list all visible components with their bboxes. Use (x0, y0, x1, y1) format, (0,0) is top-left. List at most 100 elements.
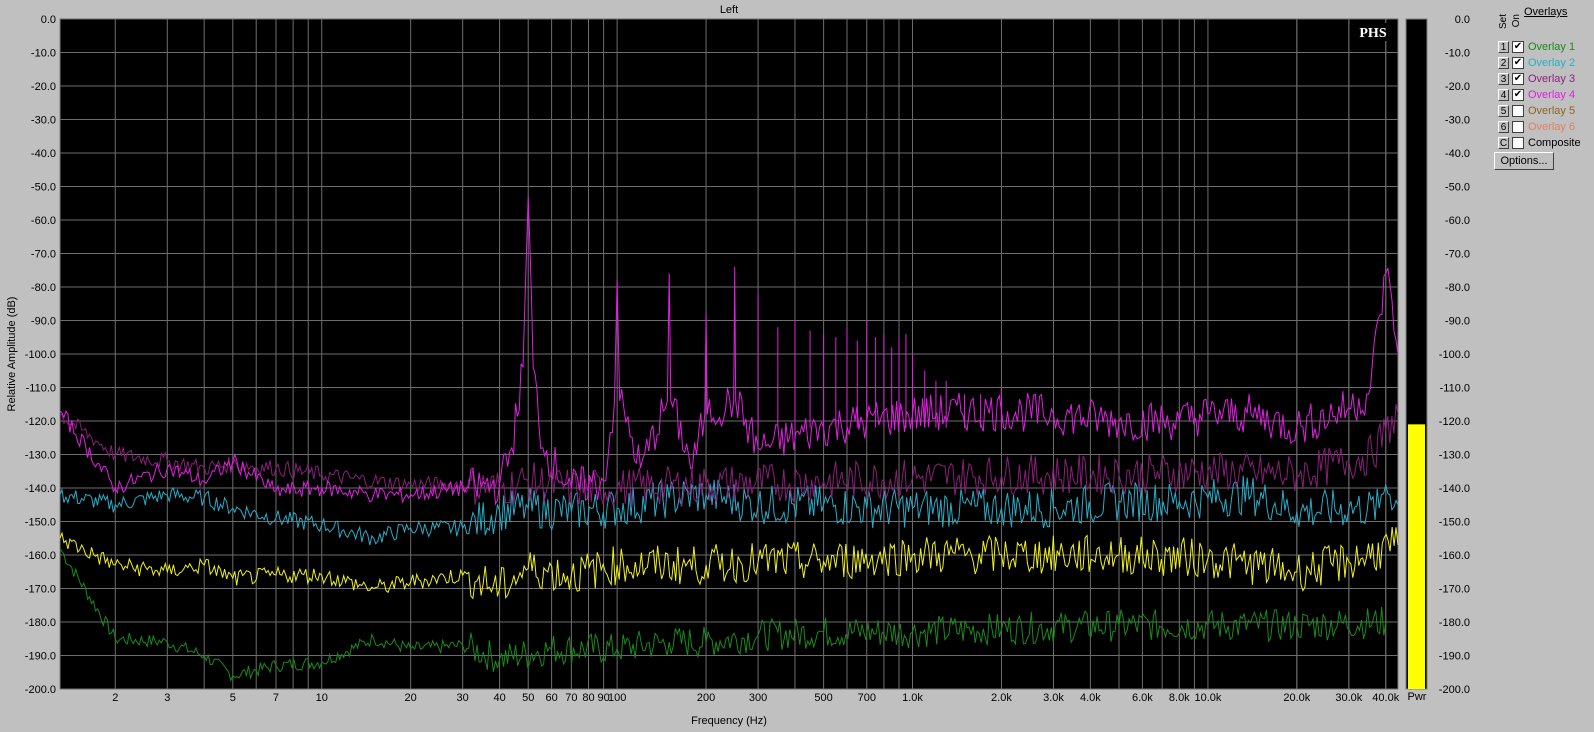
y-tick-label-right: -140.0 (1439, 483, 1470, 495)
y-tick-label-right: -30.0 (1445, 115, 1470, 127)
x-axis-label: Frequency (Hz) (691, 715, 767, 727)
overlay-row-4: 4 ✔ Overlay 4 (1498, 88, 1594, 103)
y-tick-label-left: -70.0 (31, 249, 56, 261)
y-tick-label-left: 0.0 (41, 14, 56, 26)
y-tick-label-left: -90.0 (31, 316, 56, 328)
y-tick-label-right: -90.0 (1445, 316, 1470, 328)
x-tick-label: 700 (858, 692, 876, 704)
set-button-1[interactable]: 1 (1498, 41, 1509, 53)
y-tick-label-left: -20.0 (31, 81, 56, 93)
overlay-label-5: Overlay 5 (1528, 105, 1576, 117)
set-column-header: Set (1498, 14, 1509, 30)
x-tick-label: 30 (457, 692, 469, 704)
x-tick-label: 2.0k (991, 692, 1012, 704)
set-button-2[interactable]: 2 (1498, 57, 1509, 69)
x-tick-label: 70 (565, 692, 577, 704)
x-tick-label: 30.0k (1335, 692, 1362, 704)
overlay-checkbox-2[interactable]: ✔ (1512, 57, 1524, 69)
y-tick-label-right: -110.0 (1440, 383, 1470, 395)
overlay-checkbox-5[interactable] (1512, 105, 1524, 117)
x-tick-label: 5 (230, 692, 236, 704)
overlays-panel: Overlays Set On 1 ✔ Overlay 1 2 ✔ Overla… (1494, 0, 1594, 180)
y-tick-label-right: -100.0 (1439, 349, 1470, 361)
y-tick-label-right: -60.0 (1445, 215, 1470, 227)
y-tick-label-right: -120.0 (1439, 416, 1470, 428)
phs-logo: PHS (1359, 26, 1386, 41)
y-tick-label-left: -60.0 (31, 215, 56, 227)
on-column-header: On (1511, 14, 1522, 28)
overlay-row-3: 3 ✔ Overlay 3 (1498, 72, 1594, 87)
power-meter-bar (1408, 424, 1425, 689)
y-tick-label-right: -160.0 (1439, 550, 1470, 562)
y-tick-label-left: -120.0 (25, 416, 56, 428)
power-meter-label: Pwr (1408, 691, 1427, 703)
x-tick-label: 6.0k (1132, 692, 1153, 704)
y-tick-label-right: -80.0 (1445, 282, 1470, 294)
y-tick-label-right: -190.0 (1439, 651, 1470, 663)
x-tick-label: 1.0k (902, 692, 923, 704)
x-tick-label: 10 (316, 692, 328, 704)
overlay-checkbox-4[interactable]: ✔ (1512, 89, 1524, 101)
y-tick-label-left: -150.0 (25, 517, 56, 529)
y-tick-label-left: -110.0 (26, 383, 56, 395)
x-tick-label: 4.0k (1080, 692, 1101, 704)
y-tick-label-right: -150.0 (1439, 517, 1470, 529)
x-tick-label: 20 (405, 692, 417, 704)
y-tick-label-right: -180.0 (1439, 617, 1470, 629)
y-tick-label-right: 0.0 (1455, 14, 1470, 26)
overlay-label-6: Overlay 6 (1528, 121, 1576, 133)
y-tick-label-right: -50.0 (1445, 182, 1470, 194)
overlay-row-composite: C Composite (1498, 136, 1594, 151)
overlay-checkbox-6[interactable] (1512, 121, 1524, 133)
y-tick-label-right: -170.0 (1439, 584, 1470, 596)
x-tick-label: 80 (582, 692, 594, 704)
y-tick-label-left: -170.0 (25, 584, 56, 596)
y-tick-label-left: -10.0 (31, 48, 56, 60)
x-tick-label: 60 (545, 692, 557, 704)
overlay-row-2: 2 ✔ Overlay 2 (1498, 56, 1594, 71)
y-tick-label-left: -100.0 (25, 349, 56, 361)
set-button-6[interactable]: 6 (1498, 121, 1509, 133)
options-button[interactable]: Options... (1494, 152, 1554, 170)
y-tick-label-left: -50.0 (31, 182, 56, 194)
y-tick-label-left: -30.0 (31, 115, 56, 127)
overlay-row-5: 5 Overlay 5 (1498, 104, 1594, 119)
y-axis-label: Relative Amplitude (dB) (6, 297, 18, 412)
x-tick-label: 50 (522, 692, 534, 704)
x-tick-label: 2 (112, 692, 118, 704)
overlay-label-1: Overlay 1 (1528, 41, 1576, 53)
x-tick-label: 8.0k (1169, 692, 1190, 704)
overlay-label-2: Overlay 2 (1528, 57, 1576, 69)
composite-checkbox[interactable] (1512, 137, 1524, 149)
overlay-checkbox-3[interactable]: ✔ (1512, 73, 1524, 85)
y-tick-label-left: -180.0 (25, 617, 56, 629)
overlay-label-4: Overlay 4 (1528, 89, 1576, 101)
x-tick-label: 7 (273, 692, 279, 704)
y-tick-label-left: -160.0 (25, 550, 56, 562)
y-tick-label-left: -130.0 (25, 450, 56, 462)
x-tick-label: 100 (608, 692, 626, 704)
overlay-row-6: 6 Overlay 6 (1498, 120, 1594, 135)
overlays-title: Overlays (1524, 6, 1568, 18)
x-tick-label: 3 (164, 692, 170, 704)
y-tick-label-right: -40.0 (1445, 148, 1470, 160)
y-tick-label-right: -200.0 (1439, 684, 1470, 696)
set-button-composite[interactable]: C (1498, 137, 1509, 149)
y-tick-label-left: -140.0 (25, 483, 56, 495)
x-tick-label: 300 (749, 692, 767, 704)
y-tick-label-left: -40.0 (31, 148, 56, 160)
composite-label: Composite (1528, 137, 1581, 149)
set-button-5[interactable]: 5 (1498, 105, 1509, 117)
x-tick-label: 200 (697, 692, 715, 704)
overlay-label-3: Overlay 3 (1528, 73, 1576, 85)
y-tick-label-left: -200.0 (25, 684, 56, 696)
chart-title: Left (720, 4, 738, 16)
x-tick-label: 3.0k (1043, 692, 1064, 704)
overlay-checkbox-1[interactable]: ✔ (1512, 41, 1524, 53)
set-button-4[interactable]: 4 (1498, 89, 1509, 101)
x-tick-label: 500 (814, 692, 832, 704)
y-tick-label-left: -80.0 (31, 282, 56, 294)
overlay-row-1: 1 ✔ Overlay 1 (1498, 40, 1594, 55)
x-tick-label: 10.0k (1194, 692, 1221, 704)
set-button-3[interactable]: 3 (1498, 73, 1509, 85)
